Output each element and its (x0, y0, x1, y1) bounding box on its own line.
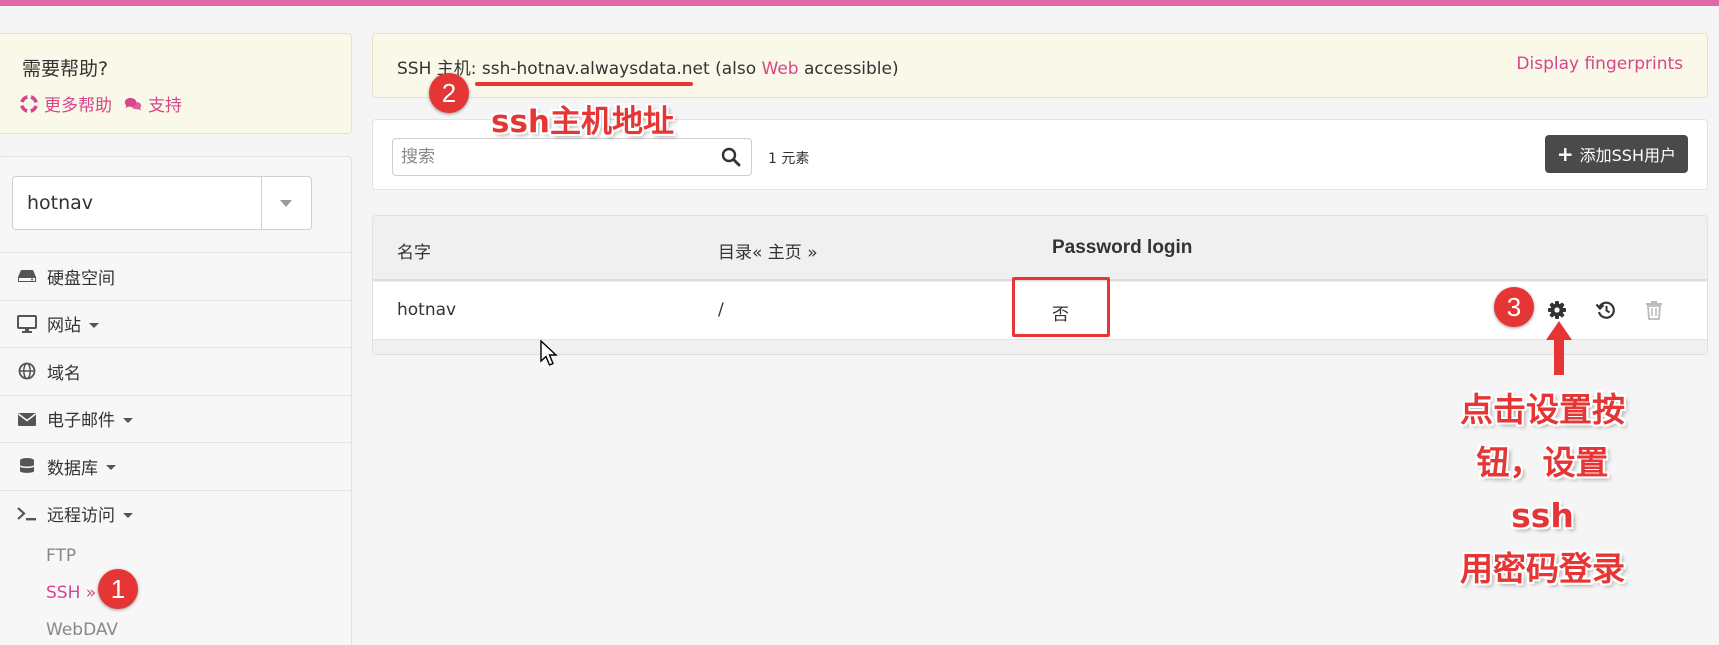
sidebar-item-label: 网站 (47, 316, 81, 337)
annotation-label-line: 钮，设置ssh (1476, 443, 1609, 535)
account-select-value: hotnav (27, 192, 94, 214)
column-header-directory[interactable]: 目录« 主页 » (718, 238, 818, 263)
account-select[interactable]: hotnav (12, 176, 312, 230)
sidebar-item-databases[interactable]: 数据库 (0, 442, 351, 490)
sidebar-subitem-ssh[interactable]: SSH » (0, 574, 351, 611)
add-ssh-user-label: 添加SSH用户 (1579, 146, 1676, 165)
sidebar-item-disk[interactable]: 硬盘空间 (0, 252, 351, 300)
ssh-host-banner: SSH 主机: ssh-hotnav.alwaysdata.net (also … (372, 33, 1708, 98)
table-header: 名字 目录« 主页 » Password login (373, 216, 1707, 281)
annotation-marker-2: 2 (429, 73, 469, 113)
cell-directory: / (718, 300, 724, 320)
help-links: 更多帮助 支持 (20, 91, 182, 116)
sidebar: hotnav 硬盘空间 网站 域名 电子邮件 数据库 远程访问 FTP SSH … (0, 156, 352, 645)
annotation-label-line: 点击设置按 (1460, 390, 1625, 429)
annotation-label-ssh-host: ssh主机地址 (491, 104, 674, 140)
chevron-down-icon[interactable] (280, 200, 292, 207)
trash-icon (1646, 301, 1662, 320)
ssh-host-also: (also (709, 59, 762, 79)
annotation-underline (475, 82, 693, 86)
terminal-icon (17, 506, 36, 521)
history-button[interactable] (1595, 299, 1617, 321)
comments-icon (124, 97, 142, 111)
column-header-password-login[interactable]: Password login (1052, 237, 1192, 259)
help-title: 需要帮助? (22, 58, 109, 80)
sidebar-item-email[interactable]: 电子邮件 (0, 394, 351, 443)
mouse-cursor-icon (540, 340, 558, 366)
annotation-label-line: 用密码登录 (1460, 549, 1625, 588)
search-input[interactable] (401, 145, 701, 169)
sidebar-item-label: 远程访问 (47, 506, 115, 527)
caret-down-icon (89, 322, 99, 328)
cell-name: hotnav (397, 300, 457, 320)
monitor-icon (17, 314, 37, 333)
ssh-host-suffix: accessible) (798, 59, 899, 79)
ssh-host-value: ssh-hotnav.alwaysdata.net (481, 59, 710, 79)
top-accent-bar (0, 0, 1719, 6)
sidebar-subitem-ftp[interactable]: FTP (0, 537, 351, 574)
sidebar-item-domains[interactable]: 域名 (0, 347, 351, 395)
hdd-icon (18, 270, 36, 283)
sidebar-item-websites[interactable]: 网站 (0, 299, 351, 348)
select-divider (261, 177, 262, 229)
database-icon (20, 458, 34, 474)
caret-down-icon (123, 417, 133, 423)
annotation-arrow-icon (1546, 321, 1572, 375)
element-count: 1 元素 (768, 151, 810, 167)
support-label: 支持 (148, 96, 182, 116)
sidebar-nav: 硬盘空间 网站 域名 电子邮件 数据库 远程访问 FTP SSH » WebDA… (0, 252, 351, 645)
settings-button[interactable] (1546, 299, 1568, 321)
gear-icon (1548, 301, 1566, 319)
annotation-label-settings: 点击设置按 钮，设置ssh 用密码登录 (1450, 383, 1635, 595)
caret-down-icon (106, 465, 116, 471)
plus-icon: + (1556, 142, 1574, 166)
more-help-link[interactable]: 更多帮助 (20, 91, 112, 116)
display-fingerprints-link[interactable]: Display fingerprints (1516, 54, 1683, 74)
sidebar-subitem-webdav[interactable]: WebDAV (0, 611, 351, 645)
annotation-marker-1: 1 (98, 569, 138, 609)
web-link[interactable]: Web (762, 59, 799, 79)
sidebar-item-remote-access[interactable]: 远程访问 (0, 489, 351, 538)
sidebar-item-label: 域名 (47, 363, 81, 384)
column-header-name[interactable]: 名字 (397, 238, 431, 263)
more-help-label: 更多帮助 (44, 96, 112, 116)
ssh-host-text: SSH 主机: ssh-hotnav.alwaysdata.net (also … (397, 54, 899, 79)
search-icon[interactable] (721, 147, 741, 167)
sidebar-item-label: 硬盘空间 (47, 268, 115, 289)
search-box (392, 138, 752, 176)
support-link[interactable]: 支持 (124, 91, 182, 116)
annotation-marker-3: 3 (1494, 287, 1534, 327)
add-ssh-user-button[interactable]: + 添加SSH用户 (1544, 135, 1688, 173)
sidebar-item-label: 电子邮件 (47, 411, 115, 432)
lifebuoy-icon (20, 94, 38, 113)
annotation-highlight-box (1012, 277, 1110, 337)
envelope-icon (18, 412, 36, 426)
caret-down-icon (123, 512, 133, 518)
delete-button[interactable] (1643, 299, 1665, 321)
globe-icon (18, 362, 36, 380)
history-icon (1595, 301, 1615, 319)
sidebar-item-label: 数据库 (47, 458, 98, 479)
help-box: 需要帮助? 更多帮助 支持 (0, 33, 352, 134)
